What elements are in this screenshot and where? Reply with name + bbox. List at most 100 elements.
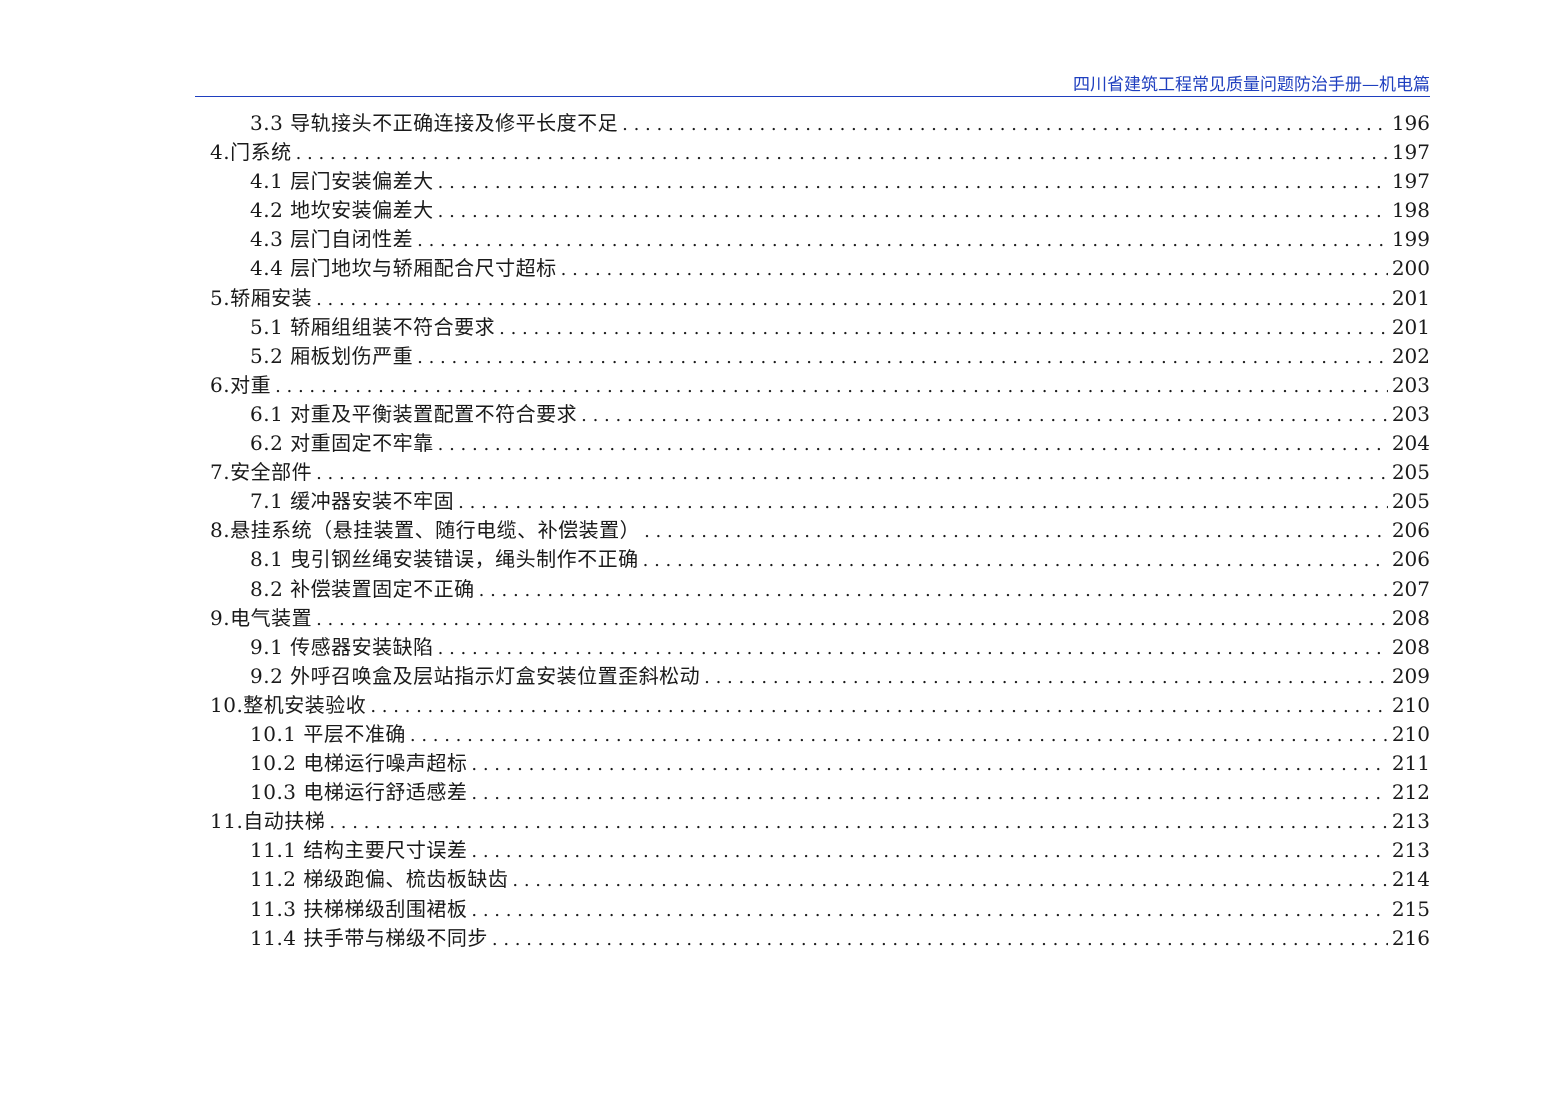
toc-entry-title: 4.4 层门地坎与轿厢配合尺寸超标	[250, 256, 557, 281]
toc-page-number: 197	[1391, 140, 1430, 165]
toc-chapter-entry[interactable]: 10.整机安装验收 210	[210, 691, 1430, 720]
toc-entry-title: 8.2 补偿装置固定不正确	[250, 576, 475, 601]
toc-section-entry[interactable]: 11.3 扶梯梯级刮围裙板 215	[210, 895, 1430, 924]
toc-chapter-entry[interactable]: 4.门系统 197	[210, 138, 1430, 167]
toc-section-entry[interactable]: 6.2 对重固定不牢靠 204	[210, 429, 1430, 458]
toc-section-entry[interactable]: 4.3 层门自闭性差 199	[210, 225, 1430, 254]
toc-entry-title: 6.对重	[210, 372, 272, 397]
toc-page-number: 208	[1391, 605, 1430, 630]
toc-page-number: 203	[1391, 372, 1430, 397]
toc-page-number: 203	[1391, 401, 1430, 426]
toc-page-number: 200	[1391, 256, 1430, 281]
dot-leader	[296, 139, 1388, 168]
dot-leader	[438, 168, 1388, 197]
toc-section-entry[interactable]: 8.2 补偿装置固定不正确 207	[210, 575, 1430, 604]
toc-page-number: 207	[1391, 576, 1430, 601]
page-header: 四川省建筑工程常见质量问题防治手册—机电篇	[195, 74, 1430, 97]
toc-chapter-entry[interactable]: 6.对重 203	[210, 371, 1430, 400]
toc-section-entry[interactable]: 4.2 地坎安装偏差大 198	[210, 196, 1430, 225]
dot-leader	[643, 546, 1388, 575]
dot-leader	[561, 255, 1388, 284]
toc-section-entry[interactable]: 9.2 外呼召唤盒及层站指示灯盒安装位置歪斜松动 209	[210, 662, 1430, 691]
toc-section-entry[interactable]: 10.3 电梯运行舒适感差 212	[210, 778, 1430, 807]
dot-leader	[471, 779, 1387, 808]
toc-page-number: 209	[1391, 663, 1430, 688]
toc-section-entry[interactable]: 4.4 层门地坎与轿厢配合尺寸超标 200	[210, 254, 1430, 283]
toc-page-number: 196	[1391, 111, 1430, 135]
toc-section-entry[interactable]: 11.1 结构主要尺寸误差 213	[210, 836, 1430, 865]
toc-entry-title: 11.1 结构主要尺寸误差	[250, 838, 468, 863]
toc-entry-title: 10.3 电梯运行舒适感差	[250, 780, 468, 805]
toc-page-number: 201	[1391, 285, 1430, 310]
toc-page-number: 206	[1391, 518, 1430, 543]
toc-page-number: 213	[1391, 838, 1430, 863]
toc-entry-title: 10.1 平层不准确	[250, 721, 406, 746]
toc-section-entry[interactable]: 8.1 曳引钢丝绳安装错误，绳头制作不正确 206	[210, 545, 1430, 574]
toc-chapter-entry[interactable]: 5.轿厢安装 201	[210, 284, 1430, 313]
toc-section-entry[interactable]: 4.1 层门安装偏差大 197	[210, 167, 1430, 196]
toc-entry-title: 10.2 电梯运行噪声超标	[250, 751, 468, 776]
dot-leader	[479, 576, 1388, 605]
table-of-contents: 3.3 导轨接头不正确连接及修平长度不足1964.门系统1974.1 层门安装偏…	[210, 109, 1430, 953]
toc-section-entry[interactable]: 6.1 对重及平衡装置配置不符合要求 203	[210, 400, 1430, 429]
toc-entry-title: 3.3 导轨接头不正确连接及修平长度不足	[250, 111, 619, 135]
toc-entry-title: 11.4 扶手带与梯级不同步	[250, 925, 488, 950]
toc-page-number: 199	[1391, 227, 1430, 252]
toc-section-entry[interactable]: 10.2 电梯运行噪声超标 211	[210, 749, 1430, 778]
toc-entry-title: 4.3 层门自闭性差	[250, 227, 414, 252]
toc-page-number: 214	[1391, 867, 1430, 892]
dot-leader	[622, 110, 1388, 139]
toc-page-number: 211	[1391, 751, 1430, 776]
toc-entry-title: 9.1 传感器安装缺陷	[250, 634, 434, 659]
toc-section-entry[interactable]: 11.2 梯级跑偏、梳齿板缺齿 214	[210, 865, 1430, 894]
toc-entry-title: 8.悬挂系统（悬挂装置、随行电缆、补偿装置）	[210, 518, 641, 543]
toc-section-entry[interactable]: 3.3 导轨接头不正确连接及修平长度不足 196	[210, 109, 1430, 138]
toc-page-number: 198	[1391, 198, 1430, 223]
toc-entry-title: 11.2 梯级跑偏、梳齿板缺齿	[250, 867, 509, 892]
dot-leader	[316, 605, 1388, 634]
toc-entry-title: 11.自动扶梯	[210, 809, 326, 834]
toc-entry-title: 4.门系统	[210, 140, 292, 165]
toc-chapter-entry[interactable]: 9.电气装置 208	[210, 604, 1430, 633]
dot-leader	[329, 808, 1388, 837]
toc-entry-title: 4.2 地坎安装偏差大	[250, 198, 434, 223]
dot-leader	[438, 430, 1388, 459]
dot-leader	[417, 226, 1388, 255]
toc-section-entry[interactable]: 5.2 厢板划伤严重 202	[210, 342, 1430, 371]
dot-leader	[644, 517, 1388, 546]
toc-entry-title: 6.1 对重及平衡装置配置不符合要求	[250, 401, 578, 426]
toc-entry-title: 11.3 扶梯梯级刮围裙板	[250, 896, 468, 921]
dot-leader	[471, 750, 1387, 779]
toc-entry-title: 9.电气装置	[210, 605, 313, 630]
toc-chapter-entry[interactable]: 7.安全部件 205	[210, 458, 1430, 487]
dot-leader	[581, 401, 1388, 430]
toc-section-entry[interactable]: 5.1 轿厢组组装不符合要求 201	[210, 313, 1430, 342]
toc-section-entry[interactable]: 7.1 缓冲器安装不牢固 205	[210, 487, 1430, 516]
toc-page-number: 210	[1391, 692, 1430, 717]
toc-entry-title: 9.2 外呼召唤盒及层站指示灯盒安装位置歪斜松动	[250, 663, 701, 688]
toc-page-number: 205	[1391, 489, 1430, 514]
dot-leader	[438, 634, 1388, 663]
toc-page-number: 205	[1391, 460, 1430, 485]
toc-entry-title: 7.安全部件	[210, 460, 313, 485]
toc-page-number: 206	[1391, 547, 1430, 572]
dot-leader	[704, 663, 1388, 692]
dot-leader	[438, 197, 1388, 226]
toc-section-entry[interactable]: 11.4 扶手带与梯级不同步 216	[210, 924, 1430, 953]
dot-leader	[471, 896, 1387, 925]
toc-page-number: 204	[1391, 431, 1430, 456]
toc-chapter-entry[interactable]: 8.悬挂系统（悬挂装置、随行电缆、补偿装置） 206	[210, 516, 1430, 545]
toc-page-number: 212	[1391, 780, 1430, 805]
toc-entry-title: 5.1 轿厢组组装不符合要求	[250, 314, 496, 339]
toc-entry-title: 10.整机安装验收	[210, 692, 367, 717]
toc-page-number: 197	[1391, 169, 1430, 194]
toc-section-entry[interactable]: 9.1 传感器安装缺陷 208	[210, 633, 1430, 662]
toc-entry-title: 4.1 层门安装偏差大	[250, 169, 434, 194]
dot-leader	[275, 372, 1388, 401]
dot-leader	[410, 721, 1388, 750]
dot-leader	[316, 285, 1388, 314]
toc-chapter-entry[interactable]: 11.自动扶梯 213	[210, 807, 1430, 836]
toc-page-number: 215	[1391, 896, 1430, 921]
toc-page-number: 208	[1391, 634, 1430, 659]
toc-section-entry[interactable]: 10.1 平层不准确 210	[210, 720, 1430, 749]
